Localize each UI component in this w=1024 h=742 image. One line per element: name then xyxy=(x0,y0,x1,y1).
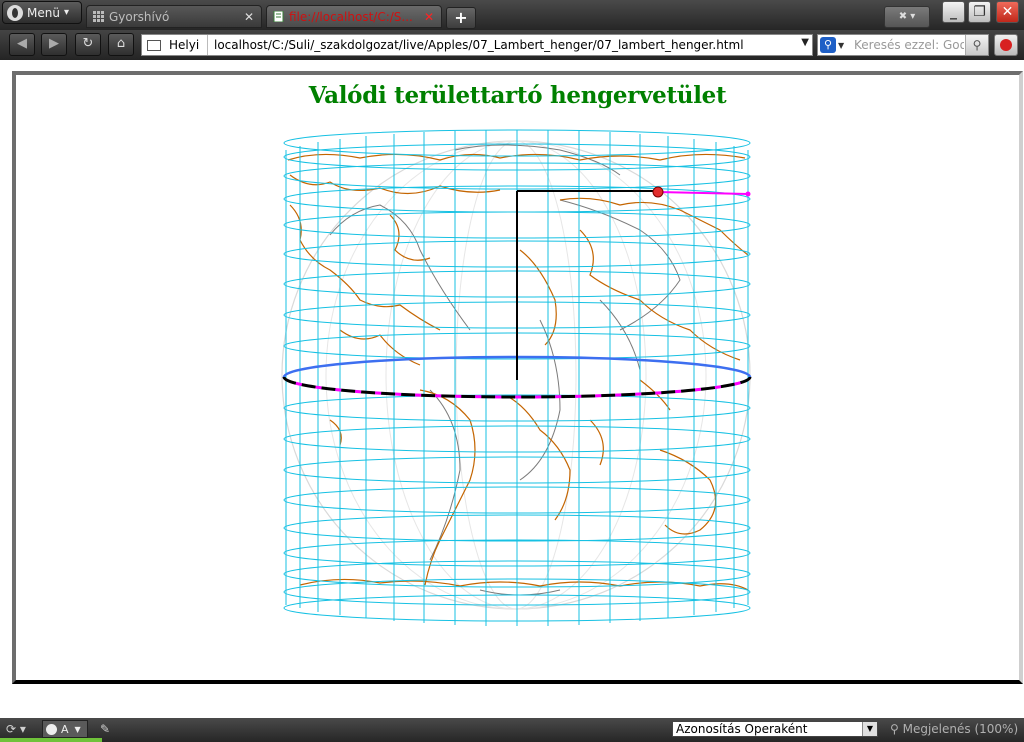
chevron-down-icon: ▾ xyxy=(63,7,69,18)
opera-logo-icon xyxy=(7,4,23,21)
new-tab-button[interactable]: + xyxy=(446,7,476,29)
tab-speed-dial[interactable]: Gyorshívó ✕ xyxy=(86,5,262,28)
draggable-point-marker[interactable] xyxy=(652,186,664,198)
document-icon xyxy=(273,11,284,22)
stop-icon xyxy=(1000,39,1012,51)
chevron-down-icon: ▼ xyxy=(862,722,877,736)
restore-button[interactable]: ❐ xyxy=(968,1,991,23)
page-viewport: Valódi területtartó hengervetület xyxy=(0,60,1024,718)
identify-as-select[interactable]: Azonosítás Operaként ▼ xyxy=(672,721,878,737)
chevron-down-icon: ▼ xyxy=(838,40,845,50)
history-dropdown-icon[interactable]: ▼ xyxy=(801,37,809,48)
page-title: Valódi területtartó hengervetület xyxy=(308,82,727,109)
site-info-label: Helyi xyxy=(169,38,200,52)
address-toolbar: ◀ ▶ ↻ ⌂ Helyi localhost/C:/Suli/_szakdol… xyxy=(0,30,1024,60)
opera-menu-button[interactable]: Menü ▾ xyxy=(2,1,82,24)
point-end-marker xyxy=(745,191,751,197)
tab-label: Gyorshívó xyxy=(109,9,170,24)
forward-button[interactable]: ▶ xyxy=(41,33,67,56)
search-engine-selector[interactable]: ⚲ ▼ xyxy=(818,35,848,55)
block-icon xyxy=(46,723,57,735)
tab-bar: Menü ▾ Gyorshívó ✕ file://localhost/C:/S… xyxy=(0,0,1024,30)
url-text: localhost/C:/Suli/_szakdolgozat/live/App… xyxy=(214,38,744,52)
turbo-icon[interactable]: ⟳ ▾ xyxy=(6,722,26,736)
window-close-button[interactable]: ✕ xyxy=(996,1,1019,23)
close-icon[interactable]: ✕ xyxy=(421,10,437,24)
stop-button[interactable] xyxy=(994,34,1018,56)
search-icon[interactable]: ⚲ xyxy=(965,35,988,55)
content-blocker-button[interactable]: A ▼ xyxy=(42,720,88,738)
chevron-down-icon: ▼ xyxy=(74,724,81,734)
close-icon[interactable]: ✕ xyxy=(241,10,257,24)
zoom-label: Megjelenés (100%) xyxy=(902,722,1019,736)
applet-frame[interactable]: Valódi területtartó hengervetület xyxy=(12,71,1023,684)
tab-current-page[interactable]: file://localhost/C:/S... ✕ xyxy=(266,5,442,28)
status-bar: ⟳ ▾ A ▼ ✎ Azonosítás Operaként ▼ ⚲ Megje… xyxy=(0,718,1024,742)
minimize-button[interactable]: _ xyxy=(942,1,965,23)
search-field[interactable]: ⚲ ▼ Keresés ezzel: Goo ⚲ xyxy=(817,34,989,56)
local-computer-icon xyxy=(147,39,161,51)
reload-button[interactable]: ↻ xyxy=(75,33,101,56)
site-info-badge[interactable]: Helyi xyxy=(142,35,208,55)
speed-dial-icon xyxy=(93,11,104,22)
zoom-control[interactable]: ⚲ Megjelenés (100%) xyxy=(890,722,1018,736)
content-blocker-label: A xyxy=(61,722,69,736)
page-load-progress xyxy=(0,738,103,742)
edit-site-prefs-icon[interactable]: ✎ xyxy=(100,722,110,736)
tab-label: file://localhost/C:/S... xyxy=(289,9,413,24)
home-button[interactable]: ⌂ xyxy=(108,33,134,56)
closed-tabs-trash-button[interactable]: ✖ ▾ xyxy=(884,6,930,28)
identify-as-value: Azonosítás Operaként xyxy=(676,722,808,736)
address-field[interactable]: Helyi localhost/C:/Suli/_szakdolgozat/li… xyxy=(141,34,813,56)
search-engine-icon: ⚲ xyxy=(820,37,836,53)
menu-label: Menü xyxy=(27,5,60,20)
back-button[interactable]: ◀ xyxy=(9,33,35,56)
search-placeholder: Keresés ezzel: Goo xyxy=(854,38,964,52)
projection-canvas[interactable] xyxy=(16,75,1019,680)
